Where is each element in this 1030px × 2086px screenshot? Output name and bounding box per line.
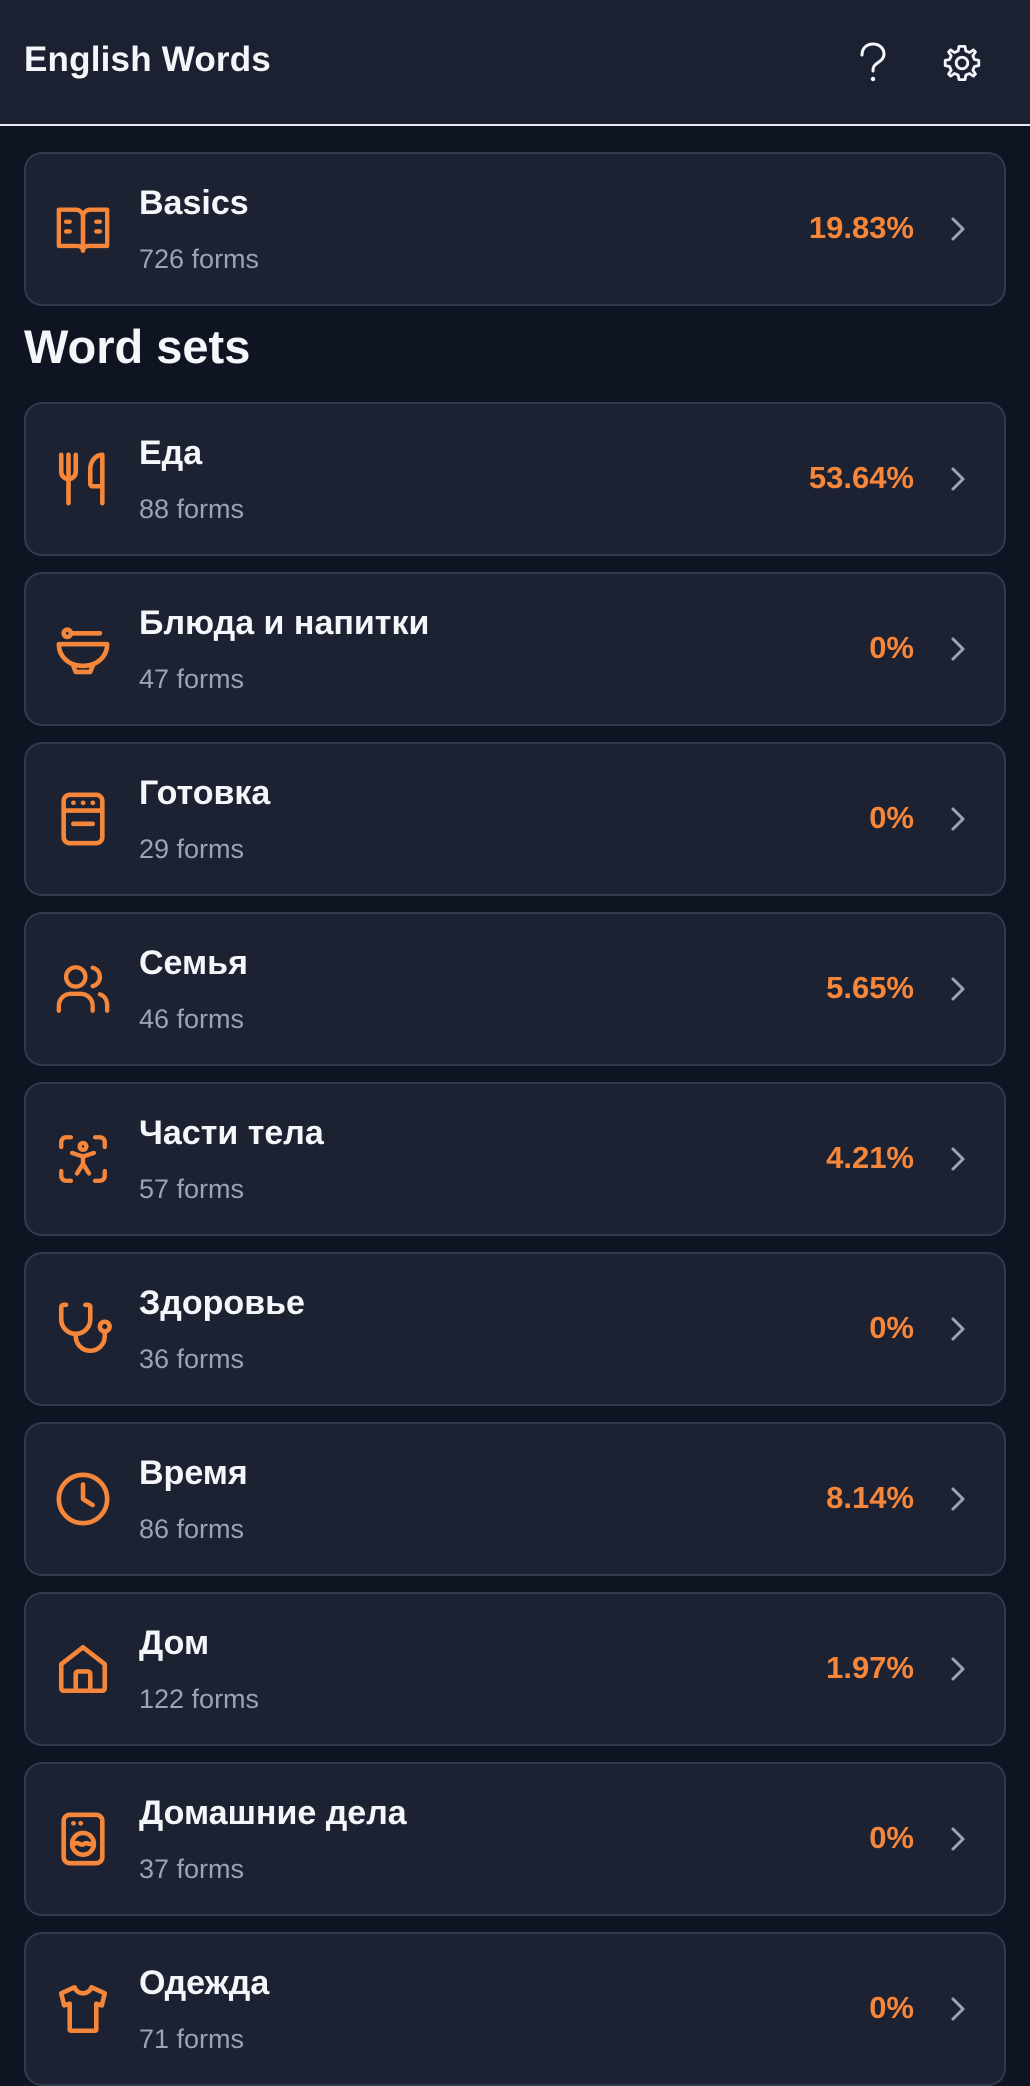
word-set-subtitle: 29 forms xyxy=(139,834,245,864)
basics-subtitle: 726 forms xyxy=(139,244,260,274)
word-set-percent: 0% xyxy=(869,1820,914,1855)
word-set-card[interactable]: Готовка 29 forms 0% xyxy=(24,742,1006,896)
word-set-percent: 0% xyxy=(869,630,914,665)
chevron-right-icon xyxy=(951,637,965,661)
word-set-percent: 8.14% xyxy=(826,1480,914,1515)
users-icon xyxy=(56,965,110,1013)
chevron-right-icon xyxy=(951,1827,965,1851)
basics-percent: 19.83% xyxy=(808,210,914,245)
word-set-title: Еда xyxy=(139,434,203,472)
word-set-percent: 53.64% xyxy=(808,460,914,495)
chevron-right-icon xyxy=(951,1317,965,1341)
word-set-card[interactable]: Блюда и напитки 47 forms 0% xyxy=(24,572,1006,726)
word-set-title: Время xyxy=(139,1454,248,1492)
washing-machine-icon xyxy=(61,1812,105,1866)
chevron-right-icon xyxy=(951,807,965,831)
word-set-subtitle: 36 forms xyxy=(139,1344,245,1374)
word-set-percent: 4.21% xyxy=(826,1140,914,1175)
word-set-title: Блюда и напитки xyxy=(139,604,430,642)
word-set-percent: 0% xyxy=(869,1310,914,1345)
word-set-title: Семья xyxy=(139,944,248,982)
body-scan-icon xyxy=(59,1135,107,1183)
basics-title: Basics xyxy=(139,184,249,222)
help-icon xyxy=(860,42,886,82)
chevron-right-icon xyxy=(951,1657,965,1681)
chevron-right-icon xyxy=(951,467,965,491)
word-set-subtitle: 88 forms xyxy=(139,494,245,524)
word-set-card[interactable]: Части тела 57 forms 4.21% xyxy=(24,1082,1006,1236)
gear-icon xyxy=(943,44,981,82)
word-set-title: Готовка xyxy=(139,774,271,812)
word-set-card[interactable]: Одежда 71 forms 0% xyxy=(24,1932,1006,2086)
chevron-right-icon xyxy=(951,1147,965,1171)
app-bar: English Words xyxy=(0,0,1030,126)
word-set-card[interactable]: Семья 46 forms 5.65% xyxy=(24,912,1006,1066)
word-set-subtitle: 71 forms xyxy=(139,2024,245,2054)
word-set-subtitle: 122 forms xyxy=(139,1684,260,1714)
word-set-title: Здоровье xyxy=(139,1284,305,1322)
word-set-card[interactable]: Еда 88 forms 53.64% xyxy=(24,402,1006,556)
word-set-title: Одежда xyxy=(139,1964,270,2002)
utensils-icon xyxy=(58,452,105,506)
word-set-subtitle: 37 forms xyxy=(139,1854,245,1884)
word-set-percent: 1.97% xyxy=(826,1650,914,1685)
app-title: English Words xyxy=(24,40,271,79)
book-icon xyxy=(56,207,110,253)
chevron-right-icon xyxy=(951,217,965,241)
word-set-title: Части тела xyxy=(139,1114,324,1152)
word-set-percent: 0% xyxy=(869,800,914,835)
word-set-subtitle: 57 forms xyxy=(139,1174,245,1204)
section-title: Word sets xyxy=(24,320,251,373)
chevron-right-icon xyxy=(951,977,965,1001)
word-set-subtitle: 46 forms xyxy=(139,1004,245,1034)
word-set-percent: 5.65% xyxy=(826,970,914,1005)
word-set-title: Дом xyxy=(139,1624,210,1662)
clock-icon xyxy=(56,1472,110,1526)
basics-card[interactable]: Basics 726 forms 19.83% xyxy=(24,152,1006,306)
word-set-card[interactable]: Дом 122 forms 1.97% xyxy=(24,1592,1006,1746)
word-set-percent: 0% xyxy=(869,1990,914,2025)
chevron-right-icon xyxy=(951,1997,965,2021)
word-set-card[interactable]: Здоровье 36 forms 0% xyxy=(24,1252,1006,1406)
house-icon xyxy=(58,1644,108,1694)
word-set-subtitle: 47 forms xyxy=(139,664,245,694)
chevron-right-icon xyxy=(951,1487,965,1511)
word-set-subtitle: 86 forms xyxy=(139,1514,245,1544)
stove-icon xyxy=(61,792,105,846)
word-set-card[interactable]: Время 86 forms 8.14% xyxy=(24,1422,1006,1576)
help-button[interactable] xyxy=(848,38,898,88)
word-set-card[interactable]: Домашние дела 37 forms 0% xyxy=(24,1762,1006,1916)
settings-button[interactable] xyxy=(937,38,987,88)
word-set-title: Домашние дела xyxy=(139,1794,407,1832)
shirt-icon xyxy=(58,1984,108,2034)
bowl-icon xyxy=(56,627,110,675)
stethoscope-icon xyxy=(58,1302,112,1354)
